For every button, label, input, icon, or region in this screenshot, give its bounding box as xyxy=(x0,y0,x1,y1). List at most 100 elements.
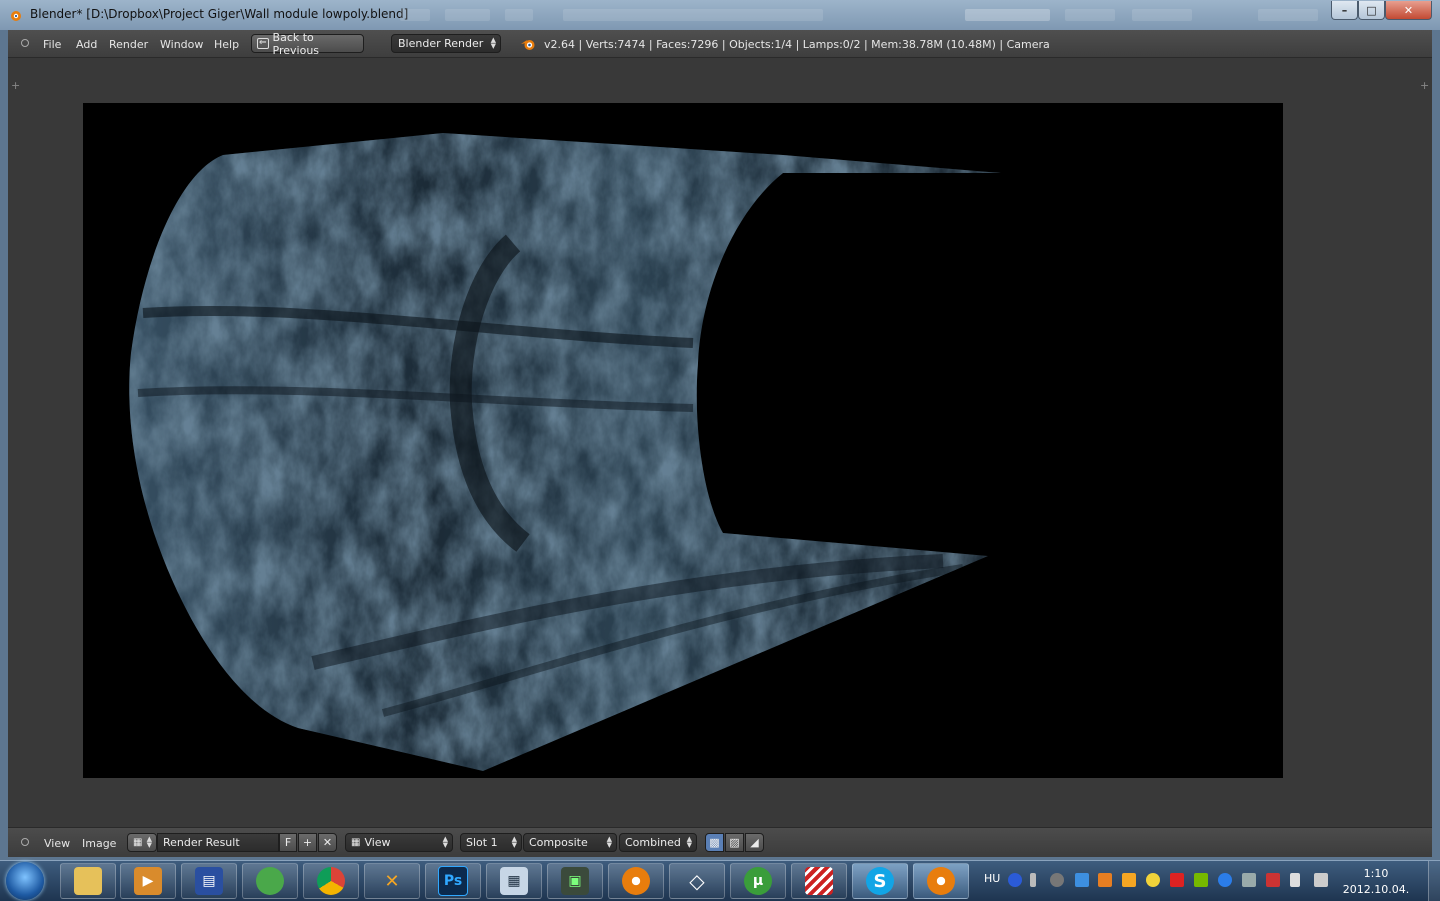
floppy-icon: ▤ xyxy=(195,867,223,895)
clock[interactable]: 1:10 2012.10.04. xyxy=(1340,866,1412,898)
help-tray-icon[interactable] xyxy=(1008,873,1022,887)
render-layer-label: Composite xyxy=(529,836,588,849)
image-name-label: Render Result xyxy=(163,836,240,849)
taskbar-app-blender-active[interactable] xyxy=(913,863,969,899)
volume-tray-icon[interactable] xyxy=(1290,873,1300,887)
render-result-image[interactable] xyxy=(83,103,1283,778)
calculator-icon: ▦ xyxy=(500,867,528,895)
close-button[interactable]: ✕ xyxy=(1385,1,1432,20)
slot-label: Slot 1 xyxy=(466,836,498,849)
draw-alpha-icon[interactable]: ▨ xyxy=(725,833,744,852)
taskbar-app-blender[interactable] xyxy=(608,863,664,899)
show-desktop-button[interactable] xyxy=(1428,861,1440,901)
draw-image-icon[interactable]: ▩ xyxy=(705,833,724,852)
draw-zbuffer-icon[interactable]: ◢ xyxy=(745,833,764,852)
taskbar-app-explorer[interactable] xyxy=(60,863,116,899)
blender-app-icon xyxy=(11,11,21,21)
back-to-previous-button[interactable]: ⇐ Back to Previous xyxy=(251,31,364,57)
area-split-icon[interactable]: + xyxy=(11,79,20,92)
window-titlebar: Blender* [D:\Dropbox\Project Giger\Wall … xyxy=(0,0,1440,30)
image-browse-button[interactable]: ▦ ▲ ▼ xyxy=(127,833,157,852)
menu-view[interactable]: View xyxy=(44,837,70,850)
menu-window[interactable]: Window xyxy=(160,38,203,51)
action-center-tray-icon[interactable] xyxy=(1314,873,1328,887)
back-icon: ⇐ xyxy=(257,38,269,49)
new-image-plus-icon[interactable]: + xyxy=(298,833,317,852)
slot-select[interactable]: Slot 1 ▲ ▼ xyxy=(460,833,522,852)
area-split-icon[interactable]: + xyxy=(1420,79,1429,92)
ghost-menu xyxy=(505,9,533,21)
taskbar-app-cadet[interactable]: ✕ xyxy=(364,863,420,899)
updown-icon: ▲ ▼ xyxy=(686,835,692,849)
folder-icon xyxy=(74,867,102,895)
render-engine-label: Blender Render xyxy=(398,37,484,50)
media-player-icon: ▶ xyxy=(134,867,162,895)
updown-icon: ▲ ▼ xyxy=(606,835,612,849)
taskbar-app-stripes[interactable] xyxy=(791,863,847,899)
blender-icon xyxy=(927,867,955,895)
cadet-tray-icon[interactable] xyxy=(1122,873,1136,887)
bolt-tray-icon[interactable] xyxy=(1218,873,1232,887)
unity-icon: ◇ xyxy=(689,869,705,893)
info-header: File Add Render Window Help ⇐ Back to Pr… xyxy=(8,30,1432,58)
fake-user-button[interactable]: F xyxy=(279,833,297,852)
image-name-field[interactable]: Render Result xyxy=(157,833,279,852)
taskbar-app-unity[interactable]: ◇ xyxy=(669,863,725,899)
photoshop-icon: Ps xyxy=(438,866,468,896)
taskbar-app-media[interactable]: ▶ xyxy=(120,863,176,899)
chat-tray-icon[interactable] xyxy=(1146,873,1160,887)
menu-add[interactable]: Add xyxy=(76,38,97,51)
security-tray-icon[interactable] xyxy=(1266,873,1280,887)
ghost-tab xyxy=(1258,9,1318,21)
start-button[interactable] xyxy=(6,862,44,900)
updown-icon: ▲ ▼ xyxy=(511,835,517,849)
render-pass-label: Combined xyxy=(625,836,681,849)
taskbar-app-monitor[interactable]: ▣ xyxy=(547,863,603,899)
taskbar-app-skype[interactable]: S xyxy=(852,863,908,899)
dropbox-tray-icon[interactable] xyxy=(1075,873,1089,887)
blender-icon xyxy=(622,867,650,895)
area-collapse-icon[interactable] xyxy=(21,39,29,47)
rendered-wall-module xyxy=(129,133,1001,771)
area-collapse-icon[interactable] xyxy=(21,838,29,846)
view-mode-select[interactable]: ▦ View ▲ ▼ xyxy=(345,833,453,852)
image-editor-area[interactable]: + + xyxy=(8,58,1432,827)
unlink-image-x-icon[interactable]: ✕ xyxy=(318,833,337,852)
updown-icon: ▲ ▼ xyxy=(442,835,448,849)
render-pass-select[interactable]: Combined ▲ ▼ xyxy=(619,833,697,852)
taskbar-app-calculator[interactable]: ▦ xyxy=(486,863,542,899)
image-icon: ▦ xyxy=(133,837,143,848)
maximize-button[interactable]: □ xyxy=(1358,1,1385,20)
taskbar-app-messenger[interactable] xyxy=(242,863,298,899)
render-engine-select[interactable]: Blender Render ▲ ▼ xyxy=(391,34,501,53)
image-editor-header: View Image ▦ ▲ ▼ Render Result F + ✕ ▦ Vi… xyxy=(8,827,1432,857)
taskbar-app-chrome[interactable] xyxy=(303,863,359,899)
language-indicator[interactable]: HU xyxy=(984,872,1000,885)
menu-render[interactable]: Render xyxy=(109,38,148,51)
menu-image[interactable]: Image xyxy=(82,837,116,850)
render-layer-select[interactable]: Composite ▲ ▼ xyxy=(523,833,617,852)
ghost-menu xyxy=(445,9,490,21)
network-tray-icon[interactable] xyxy=(1242,873,1256,887)
pen-tray-icon[interactable] xyxy=(1030,873,1036,887)
windows-taskbar: ▶ ▤ ✕ Ps ▦ ▣ ◇ µ S HU 1:10 2012.10.04. xyxy=(0,860,1440,901)
ghost-tab xyxy=(965,9,1050,21)
taskbar-app-photoshop[interactable]: Ps xyxy=(425,863,481,899)
view-mode-label: View xyxy=(364,836,391,849)
scene-stats: v2.64 | Verts:7474 | Faces:7296 | Object… xyxy=(544,38,1050,51)
blender-window: File Add Render Window Help ⇐ Back to Pr… xyxy=(8,30,1432,857)
minimize-button[interactable]: – xyxy=(1331,1,1358,20)
ghost-tab xyxy=(1132,9,1192,21)
ghost-menu xyxy=(400,9,430,21)
back-to-previous-label: Back to Previous xyxy=(272,30,320,57)
menu-help[interactable]: Help xyxy=(214,38,239,51)
taskbar-app-utorrent[interactable]: µ xyxy=(730,863,786,899)
clock-time: 1:10 xyxy=(1363,867,1389,880)
nvidia-tray-icon[interactable] xyxy=(1194,873,1208,887)
adobe-tray-icon[interactable] xyxy=(1170,873,1184,887)
steam-tray-icon[interactable] xyxy=(1050,873,1064,887)
menu-file[interactable]: File xyxy=(43,38,61,51)
taskbar-app-save[interactable]: ▤ xyxy=(181,863,237,899)
utorrent-icon: µ xyxy=(744,867,772,895)
app-tray-icon[interactable] xyxy=(1098,873,1112,887)
